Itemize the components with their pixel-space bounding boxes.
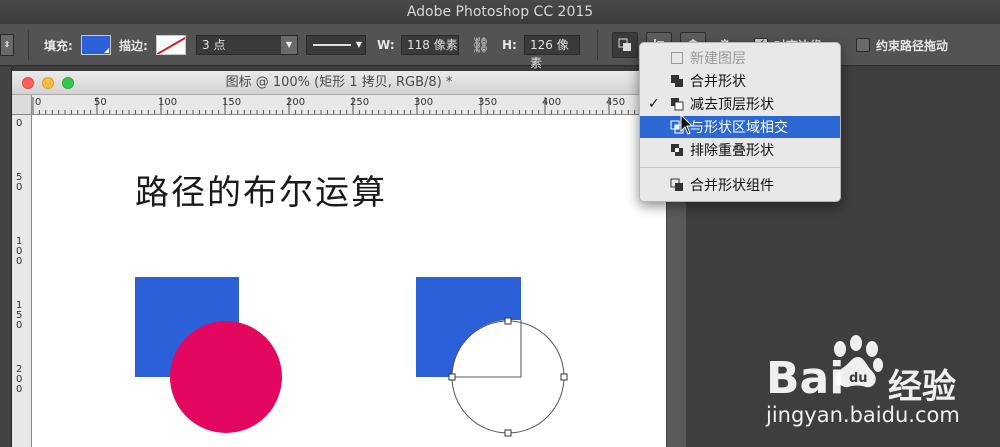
canvas[interactable]: 路径的布尔运算 [32,115,666,447]
anchor-point-right[interactable] [560,373,568,381]
solid-line-icon [313,44,351,46]
ruler-tick-label: 200 [286,97,306,108]
ruler-tick-label: 250 [350,97,370,108]
ruler-tick-label: 0 [16,118,23,129]
mouse-cursor-icon [680,114,694,135]
width-label: W: [377,38,395,52]
menu-item-label: 减去顶层形状 [690,97,774,113]
tool-preset-picker[interactable]: ⇕ [0,24,14,66]
combine-shapes-icon [671,75,683,87]
fill-color-swatch[interactable] [81,35,111,55]
new-layer-icon [671,52,683,64]
watermark-brand: Bai [766,353,845,404]
ruler-tick-label: 300 [414,97,434,108]
minimize-window-button[interactable] [42,77,54,89]
path-operations-wrap[interactable] [612,24,638,66]
anchor-point-top[interactable] [504,317,512,325]
divider [597,30,598,60]
stroke-type-wrap[interactable]: ▼ [306,24,366,66]
updown-arrows-icon[interactable]: ⇕ [0,34,14,56]
ruler-ticks-horizontal [32,97,661,114]
vertical-ruler[interactable]: 0 5 0 1 0 0 1 5 0 2 0 0 [12,115,32,447]
menu-item-exclude-overlapping-shapes[interactable]: 排除重叠形状 [640,139,840,161]
svg-text:du: du [849,371,868,386]
fill-swatch-wrap[interactable] [81,24,111,66]
path-operations-icon [618,38,631,51]
menu-item-intersect-shape-areas[interactable]: 与形状区域相交 [640,116,840,138]
height-field-wrap[interactable]: 126 像素 [524,24,580,70]
shapes-layer [135,277,568,437]
ruler-tick-label: 1 5 0 [16,300,23,331]
chevron-down-icon: ▼ [281,36,297,54]
stroke-color-swatch[interactable] [156,35,186,55]
menu-item-subtract-front-shape[interactable]: ✓ 减去顶层形状 [640,93,840,115]
ruler-tick-label: 1 0 0 [16,236,23,267]
stroke-width-dropdown[interactable]: 3 点 ▼ [196,35,298,55]
width-field-wrap[interactable]: 118 像素 [401,24,459,66]
pink-circle-shape[interactable] [170,321,282,433]
menu-item-label: 排除重叠形状 [690,143,774,159]
anchor-point-left[interactable] [448,373,456,381]
exclude-overlapping-shapes-icon [671,144,683,156]
merge-shape-components-icon [670,178,683,191]
app-title: Adobe Photoshop CC 2015 [0,0,1000,24]
menu-separator [640,167,840,168]
subtract-front-shape-icon [671,98,684,111]
zoom-window-button[interactable] [62,77,74,89]
document-title: 图标 @ 100% (矩形 1 拷贝, RGB/8) * [12,71,666,95]
photoshop-window: Adobe Photoshop CC 2015 ⇕ 填充: 描边: 3 点 ▼ … [0,0,1000,447]
fill-label: 填充: [44,38,73,53]
path-operations-button[interactable] [612,32,638,58]
menu-item-merge-shape-components[interactable]: 合并形状组件 [640,174,840,196]
ruler-origin[interactable] [12,95,32,115]
stroke-swatch-wrap[interactable] [156,24,186,66]
menu-item-label: 新建图层 [690,51,746,67]
stroke-label: 描边: [119,38,148,53]
width-input[interactable]: 118 像素 [401,35,459,55]
ruler-tick-label: 50 [94,97,107,108]
menu-item-label: 合并形状 [690,74,746,90]
ruler-tick-label: 100 [158,97,178,108]
constrain-path-checkbox[interactable] [856,38,870,52]
ruler-tick-label: 350 [478,97,498,108]
horizontal-ruler[interactable]: 0 50 100 150 200 250 300 350 400 450 [32,95,666,115]
checkmark-icon: ✓ [648,96,660,112]
watermark-url: jingyan.baidu.com [766,403,960,427]
height-input[interactable]: 126 像素 [524,35,580,70]
chevron-down-icon: ▼ [355,40,363,49]
path-operations-menu: 新建图层 合并形状 ✓ 减去顶层形状 与形状区域相交 排除重叠形状 合并形状组件 [639,42,841,202]
height-label: H: [502,38,517,52]
ruler-tick-label: 150 [222,97,242,108]
document-window: 图标 @ 100% (矩形 1 拷贝, RGB/8) * 0 50 100 15… [12,71,666,447]
ruler-tick-label: 2 0 0 [16,364,23,395]
anchor-point-bottom[interactable] [504,429,512,437]
menu-item-new-layer[interactable]: 新建图层 [640,47,840,69]
constrain-path-option[interactable]: 约束路径拖动 [856,24,948,66]
stroke-width-wrap[interactable]: 3 点 ▼ [196,24,298,66]
no-color-slash-icon [157,36,185,54]
link-icon[interactable]: ⛓ [471,24,490,66]
constrain-path-label: 约束路径拖动 [876,38,949,53]
menu-item-combine-shapes[interactable]: 合并形状 [640,70,840,92]
divider [28,30,29,60]
menu-item-label: 合并形状组件 [690,178,774,194]
stroke-type-dropdown[interactable]: ▼ [306,35,366,55]
menu-item-label: 与形状区域相交 [690,120,788,136]
ruler-tick-label: 5 0 [16,172,23,193]
close-window-button[interactable] [22,77,34,89]
stroke-width-value: 3 点 [202,38,226,52]
ruler-tick-label: 400 [542,97,562,108]
tools-panel-edge [0,67,12,447]
ruler-tick-label: 0 [35,97,42,108]
baidu-jingyan-watermark: du Bai 经验 jingyan.baidu.com [760,335,990,435]
watermark-brand-cn: 经验 [888,367,956,407]
options-bar: ⇕ 填充: 描边: 3 点 ▼ ▼ W: 118 像素 ⛓ H: 126 像素 … [0,24,1000,70]
ruler-tick-label: 450 [606,97,626,108]
